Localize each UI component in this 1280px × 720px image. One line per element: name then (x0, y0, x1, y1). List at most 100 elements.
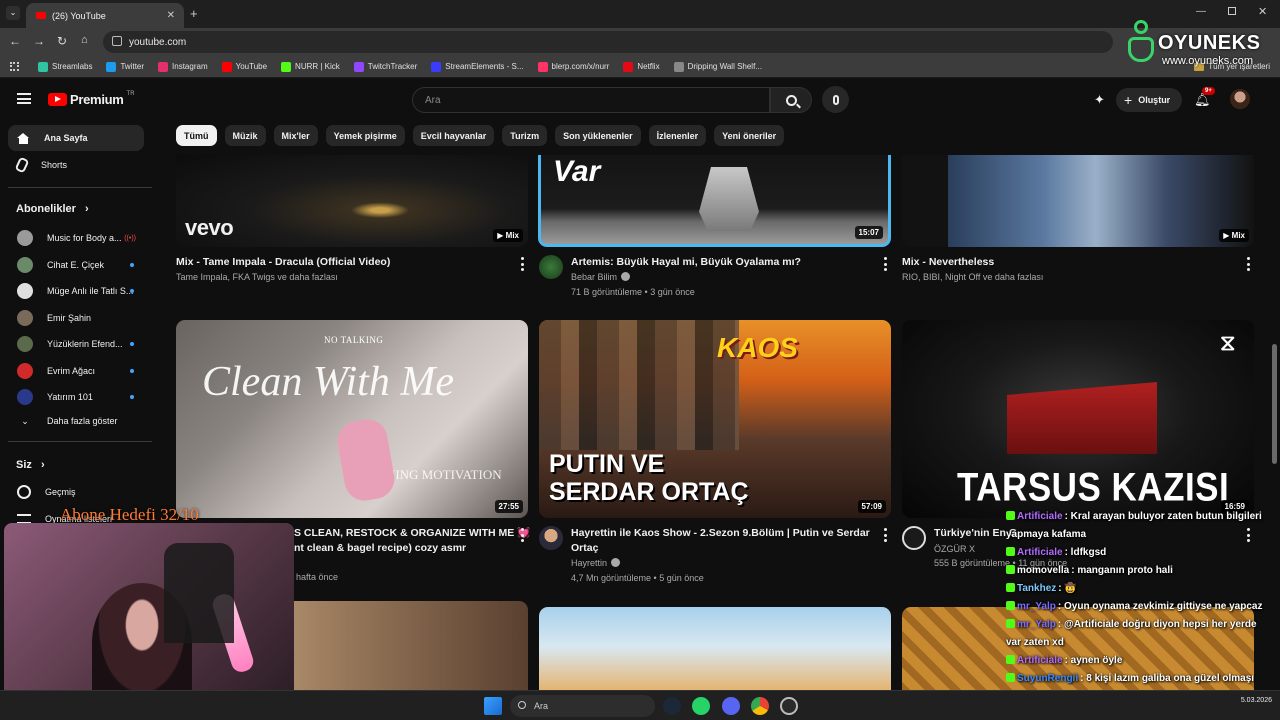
filter-chip[interactable]: Tümü (176, 125, 217, 146)
video-thumbnail[interactable]: vevo ▶︎ Mix (176, 155, 528, 247)
video-title[interactable]: Hayrettin ile Kaos Show - 2.Sezon 9.Bölü… (571, 526, 876, 556)
steam-icon[interactable] (663, 697, 681, 715)
url-field[interactable]: youtube.com (103, 31, 1113, 53)
create-button[interactable]: + Oluştur (1116, 88, 1182, 112)
video-thumbnail[interactable]: ⧖ TARSUS KAZISI 16:59 (902, 320, 1254, 518)
subscription-item[interactable]: Emir Şahin (8, 305, 144, 331)
subscription-item[interactable]: Music for Body a... ((•)) (8, 225, 144, 251)
video-channel[interactable]: Bebar Bilim (571, 270, 631, 285)
channel-avatar (17, 230, 33, 246)
sidebar-item-shorts[interactable]: Shorts (8, 152, 144, 178)
menu-hamburger-icon[interactable] (17, 93, 31, 104)
you-heading[interactable]: Siz › (16, 459, 45, 471)
more-options-icon[interactable] (517, 528, 527, 542)
reload-icon[interactable]: ↻ (57, 34, 67, 48)
gemini-sparkle-icon[interactable]: ✦ (1094, 92, 1105, 108)
bookmark-item[interactable]: Streamlabs (38, 61, 92, 72)
browser-tab-youtube[interactable]: (26) YouTube ✕ (26, 3, 184, 28)
obs-icon[interactable] (780, 697, 798, 715)
bookmark-item[interactable]: blerp.com/x/nurr (537, 61, 609, 72)
filter-chip[interactable]: Mix'ler (273, 125, 318, 146)
video-thumbnail[interactable]: KAOS PUTIN VE SERDAR ORTAÇ 57:09 (539, 320, 891, 518)
site-info-icon[interactable] (112, 36, 122, 46)
forward-arrow-icon[interactable]: → (33, 34, 45, 48)
back-arrow-icon[interactable]: ← (9, 34, 21, 48)
search-input[interactable]: Ara (412, 87, 770, 113)
show-more-button[interactable]: ⌄ Daha fazla göster (8, 408, 144, 434)
chrome-icon[interactable] (751, 697, 769, 715)
channel-avatar[interactable] (539, 526, 563, 550)
notifications-button[interactable]: 🔔︎ 9+ (1194, 87, 1215, 109)
bookmark-item[interactable]: YouTube (221, 61, 267, 72)
voice-search-button[interactable] (822, 86, 849, 113)
more-options-icon[interactable] (880, 528, 890, 542)
video-thumbnail[interactable]: NO TALKING Clean With Me CLEANING MOTIVA… (176, 320, 528, 518)
more-options-icon[interactable] (880, 257, 890, 271)
bookmark-item[interactable]: Dripping Wall Shelf... (673, 61, 762, 72)
more-options-icon[interactable] (1243, 257, 1253, 271)
video-channel[interactable]: RIO, BIBI, Night Off ve daha fazlası (902, 270, 1043, 285)
subscriptions-heading[interactable]: Abonelikler › (16, 203, 89, 215)
windows-start-icon[interactable] (484, 697, 502, 715)
filter-chip[interactable]: Yeni öneriler (714, 125, 785, 146)
filter-chip[interactable]: İzlenenler (648, 125, 707, 146)
chat-username: mr_Yalp (1017, 619, 1056, 630)
bookmark-favicon-icon (673, 61, 684, 72)
chat-message: momovella: manganın proto hali (1006, 562, 1274, 580)
bookmark-item[interactable]: Netflix (623, 61, 660, 72)
oyuneks-watermark: OYUNEKS www.oyuneks.com (1122, 18, 1272, 70)
more-options-icon[interactable] (517, 257, 527, 271)
bookmark-item[interactable]: TwitchTracker (353, 61, 417, 72)
youtube-logo[interactable]: Premium TR (48, 91, 135, 107)
video-title[interactable]: Türkiye'nin En G (934, 526, 1017, 541)
taskbar-search[interactable]: Ara (510, 695, 655, 717)
video-channel[interactable]: Tame Impala, FKA Twigs ve daha fazlası (176, 270, 338, 285)
video-thumbnail[interactable]: Var 15:07 (538, 155, 891, 247)
video-thumbnail[interactable] (539, 607, 891, 690)
sidebar-item-history[interactable]: Geçmiş (8, 479, 144, 505)
minimize-window-button[interactable]: — (1196, 6, 1206, 17)
channel-avatar[interactable] (539, 255, 563, 279)
logo-text: Premium (70, 92, 124, 107)
bookmark-item[interactable]: StreamElements - S... (431, 61, 524, 72)
channel-avatar[interactable] (902, 526, 926, 550)
subscription-item[interactable]: Yatırım 101 (8, 384, 144, 410)
video-title[interactable]: Mix - Nevertheless (902, 255, 994, 270)
subscription-item[interactable]: Cihat E. Çiçek (8, 252, 144, 278)
search-button[interactable] (770, 87, 812, 113)
tab-list-button[interactable]: ⌄ (6, 6, 20, 20)
whatsapp-icon[interactable] (692, 697, 710, 715)
filter-chip[interactable]: Yemek pişirme (325, 125, 405, 146)
subscription-item[interactable]: Evrim Ağacı (8, 358, 144, 384)
video-title[interactable]: Artemis: Büyük Hayal mi, Büyük Oyalama m… (571, 255, 801, 270)
sidebar-item-home[interactable]: Ana Sayfa (8, 125, 144, 151)
subscription-item[interactable]: Yüzüklerin Efend... (8, 331, 144, 357)
new-tab-button[interactable]: + (190, 6, 198, 21)
maximize-window-button[interactable] (1228, 7, 1236, 15)
apps-grid-icon[interactable] (10, 62, 19, 71)
tab-close-icon[interactable]: ✕ (167, 10, 175, 21)
account-avatar[interactable] (1230, 89, 1250, 109)
filter-chip[interactable]: Turizm (502, 125, 548, 146)
video-thumbnail[interactable]: ▶︎ Mix (902, 155, 1254, 247)
home-button-icon[interactable]: ⌂ (81, 34, 88, 46)
close-window-button[interactable]: ✕ (1258, 5, 1267, 18)
subscription-item[interactable]: Müge Anlı ile Tatlı S... (8, 278, 144, 304)
discord-icon[interactable] (722, 697, 740, 715)
mix-badge-text: Mix (505, 231, 519, 240)
bookmark-favicon-icon (353, 61, 364, 72)
crowd-image (539, 320, 739, 450)
video-title[interactable]: S CLEAN, RESTOCK & ORGANIZE WITH ME 💓 nt… (294, 526, 530, 556)
page-scrollbar-thumb[interactable] (1272, 344, 1277, 464)
video-title[interactable]: Mix - Tame Impala - Dracula (Official Vi… (176, 255, 390, 270)
bookmark-item[interactable]: Instagram (158, 61, 208, 72)
filter-chip[interactable]: Evcil hayvanlar (412, 125, 495, 146)
video-channel[interactable]: ÖZGÜR X (934, 542, 975, 557)
thumbnail-overlay-text: SERDAR ORTAÇ (549, 478, 749, 506)
bookmark-item[interactable]: NURR | Kick (281, 61, 340, 72)
filter-chip[interactable]: Son yüklenenler (555, 125, 641, 146)
video-channel[interactable]: Hayrettin (571, 556, 621, 571)
system-clock[interactable]: 5.03.2026 (1241, 696, 1272, 706)
bookmark-item[interactable]: Twitter (106, 61, 144, 72)
filter-chip[interactable]: Müzik (224, 125, 266, 146)
